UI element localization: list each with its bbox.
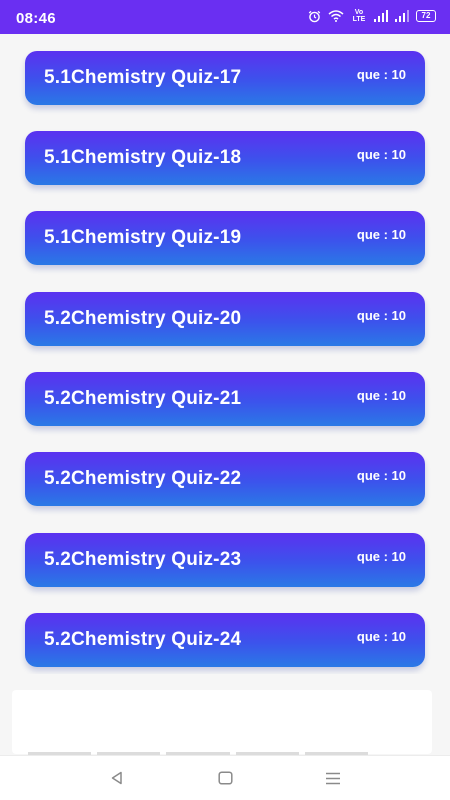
system-nav-bar <box>0 755 450 800</box>
question-count: que : 10 <box>356 468 406 483</box>
question-count: que : 10 <box>356 147 406 162</box>
quiz-title: 5.1Chemistry Quiz-18 <box>44 147 242 168</box>
question-count: que : 10 <box>356 227 406 242</box>
quiz-title: 5.2Chemistry Quiz-20 <box>44 308 242 329</box>
quiz-title: 5.1Chemistry Quiz-17 <box>44 67 242 88</box>
question-count: que : 10 <box>356 308 406 323</box>
alarm-icon <box>308 10 321 23</box>
volte-icon: Vo LTE <box>352 9 366 23</box>
status-time: 08:46 <box>16 10 56 27</box>
quiz-title: 5.2Chemistry Quiz-24 <box>44 629 242 650</box>
wifi-icon <box>328 10 344 22</box>
signal-icon <box>395 10 409 22</box>
question-count: que : 10 <box>356 388 406 403</box>
ad-banner[interactable] <box>12 690 432 754</box>
quiz-card[interactable]: 5.2Chemistry Quiz-20 que : 10 <box>25 292 425 346</box>
quiz-title: 5.2Chemistry Quiz-21 <box>44 388 242 409</box>
signal-icon <box>374 10 388 22</box>
status-icons: Vo LTE 72 <box>308 9 436 23</box>
quiz-card[interactable]: 5.2Chemistry Quiz-23 que : 10 <box>25 533 425 587</box>
battery-icon: 72 <box>416 10 436 22</box>
question-count: que : 10 <box>356 549 406 564</box>
quiz-card[interactable]: 5.2Chemistry Quiz-21 que : 10 <box>25 372 425 426</box>
home-icon[interactable] <box>214 768 236 788</box>
quiz-card[interactable]: 5.2Chemistry Quiz-24 que : 10 <box>25 613 425 667</box>
quiz-title: 5.1Chemistry Quiz-19 <box>44 227 242 248</box>
recents-icon[interactable] <box>322 768 344 788</box>
quiz-list[interactable]: 5.1Chemistry Quiz-17 que : 10 5.1Chemist… <box>0 34 450 674</box>
back-icon[interactable] <box>106 768 128 788</box>
quiz-title: 5.2Chemistry Quiz-23 <box>44 549 242 570</box>
question-count: que : 10 <box>356 67 406 82</box>
status-bar: 08:46 Vo LTE 72 <box>0 0 450 34</box>
question-count: que : 10 <box>356 629 406 644</box>
quiz-title: 5.2Chemistry Quiz-22 <box>44 468 242 489</box>
quiz-card[interactable]: 5.1Chemistry Quiz-17 que : 10 <box>25 51 425 105</box>
quiz-card[interactable]: 5.1Chemistry Quiz-19 que : 10 <box>25 211 425 265</box>
quiz-card[interactable]: 5.1Chemistry Quiz-18 que : 10 <box>25 131 425 185</box>
quiz-card[interactable]: 5.2Chemistry Quiz-22 que : 10 <box>25 452 425 506</box>
